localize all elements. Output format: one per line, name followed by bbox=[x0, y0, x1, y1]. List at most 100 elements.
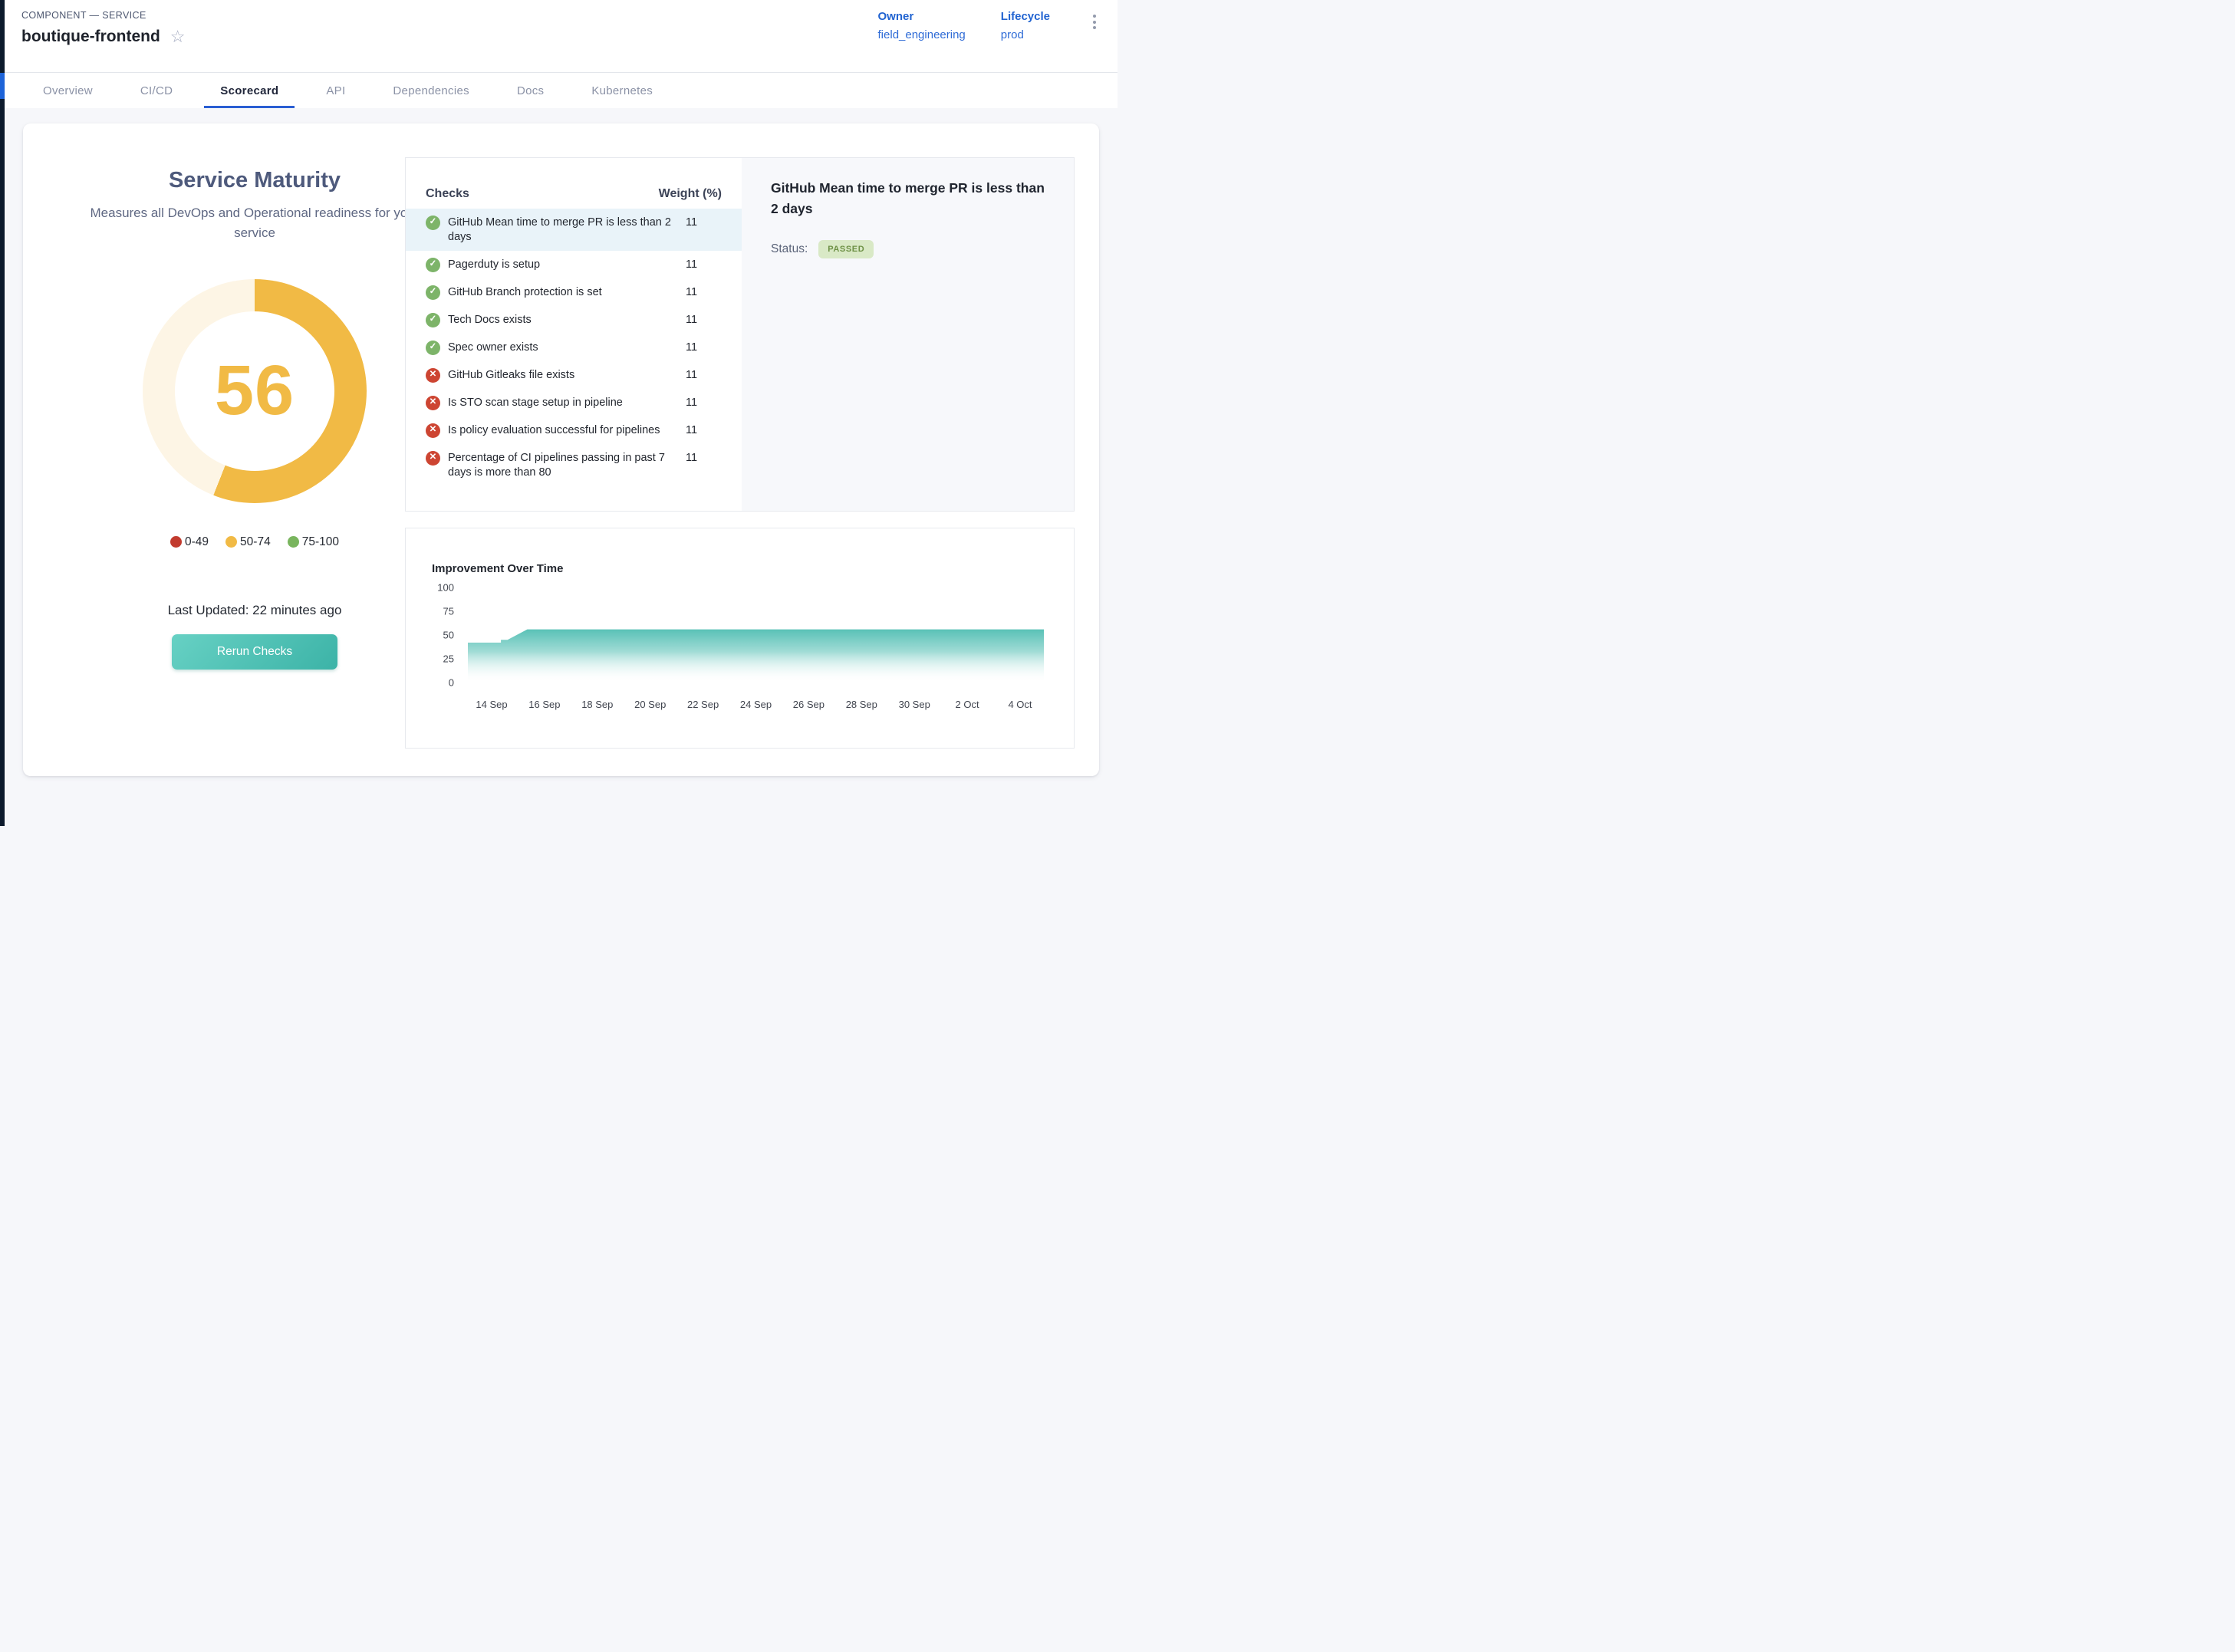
legend-item: 0-49 bbox=[170, 535, 209, 549]
check-row[interactable]: ✓ GitHub Mean time to merge PR is less th… bbox=[406, 209, 742, 251]
check-name: Spec owner exists bbox=[448, 341, 678, 355]
owner-link[interactable]: field_engineering bbox=[878, 28, 966, 41]
chart-title: Improvement Over Time bbox=[432, 562, 1059, 575]
more-options-kebab-icon[interactable] bbox=[1090, 10, 1099, 29]
donut-center: 56 bbox=[175, 311, 334, 471]
svg-text:16 Sep: 16 Sep bbox=[528, 699, 560, 710]
scorecard-title: Service Maturity bbox=[86, 168, 423, 193]
last-updated-text: Last Updated: 22 minutes ago bbox=[86, 603, 423, 618]
check-failed-icon: ✕ bbox=[426, 451, 440, 466]
svg-text:75: 75 bbox=[443, 606, 454, 617]
breadcrumb: COMPONENT — SERVICE bbox=[21, 10, 186, 21]
svg-text:22 Sep: 22 Sep bbox=[687, 699, 719, 710]
scorecard-card: Service Maturity Measures all DevOps and… bbox=[23, 123, 1099, 776]
svg-text:26 Sep: 26 Sep bbox=[793, 699, 825, 710]
check-name: GitHub Branch protection is set bbox=[448, 285, 678, 300]
check-weight: 11 bbox=[686, 368, 697, 383]
weight-column-header: Weight (%) bbox=[659, 187, 722, 201]
lifecycle-value: prod bbox=[1001, 28, 1050, 41]
check-row[interactable]: ✓ Tech Docs exists 11 bbox=[406, 306, 742, 334]
check-row[interactable]: ✕GitHub Gitleaks file exists11 bbox=[406, 361, 742, 389]
main-area: COMPONENT — SERVICE boutique-frontend ☆ … bbox=[5, 0, 1118, 776]
maturity-score: 56 bbox=[215, 350, 295, 431]
tab-overview[interactable]: Overview bbox=[27, 73, 109, 108]
tab-dependencies[interactable]: Dependencies bbox=[377, 73, 486, 108]
svg-text:14 Sep: 14 Sep bbox=[476, 699, 507, 710]
checks-table-header: Checks Weight (%) bbox=[406, 158, 742, 209]
tab-docs[interactable]: Docs bbox=[501, 73, 560, 108]
check-weight: 11 bbox=[686, 423, 697, 438]
check-row[interactable]: ✓Pagerduty is setup11 bbox=[406, 251, 742, 278]
check-weight: 11 bbox=[686, 216, 697, 230]
tab-api[interactable]: API bbox=[310, 73, 361, 108]
check-name: Pagerduty is setup bbox=[448, 258, 678, 272]
status-label: Status: bbox=[771, 242, 808, 256]
check-row[interactable]: ✕ Percentage of CI pipelines passing in p… bbox=[406, 444, 742, 486]
svg-text:100: 100 bbox=[437, 582, 454, 594]
svg-text:30 Sep: 30 Sep bbox=[899, 699, 930, 710]
svg-text:4 Oct: 4 Oct bbox=[1008, 699, 1032, 710]
checks-table-body: ✓ GitHub Mean time to merge PR is less th… bbox=[406, 209, 742, 486]
tab-label: Docs bbox=[517, 84, 544, 97]
page-title: boutique-frontend bbox=[21, 28, 160, 46]
check-weight: 11 bbox=[686, 396, 697, 410]
improvement-chart-section: Improvement Over Time 100755025014 Sep16… bbox=[405, 528, 1075, 749]
improvement-chart: 100755025014 Sep16 Sep18 Sep20 Sep22 Sep… bbox=[420, 581, 1059, 723]
legend-item: 50-74 bbox=[225, 535, 271, 549]
entity-title-block: COMPONENT — SERVICE boutique-frontend ☆ bbox=[21, 10, 186, 72]
tab-label: CI/CD bbox=[140, 84, 173, 97]
maturity-donut: 56 bbox=[143, 279, 367, 503]
check-weight: 11 bbox=[686, 341, 697, 355]
check-row[interactable]: ✕ Is policy evaluation successful for pip… bbox=[406, 416, 742, 444]
app-window: COMPONENT — SERVICE boutique-frontend ☆ … bbox=[0, 0, 1118, 826]
scorecard-subtitle: Measures all DevOps and Operational read… bbox=[86, 203, 423, 244]
check-detail-panel: GitHub Mean time to merge PR is less tha… bbox=[742, 158, 1074, 511]
check-weight: 11 bbox=[686, 313, 697, 327]
check-passed-icon: ✓ bbox=[426, 216, 440, 230]
svg-text:28 Sep: 28 Sep bbox=[846, 699, 877, 710]
check-weight: 11 bbox=[686, 258, 697, 272]
check-name: GitHub Mean time to merge PR is less tha… bbox=[448, 216, 678, 245]
active-nav-indicator bbox=[0, 73, 5, 99]
check-row[interactable]: ✓ GitHub Branch protection is set 11 bbox=[406, 278, 742, 306]
content-area: Service Maturity Measures all DevOps and… bbox=[5, 108, 1118, 776]
svg-text:24 Sep: 24 Sep bbox=[740, 699, 772, 710]
check-passed-icon: ✓ bbox=[426, 285, 440, 300]
tab-label: Scorecard bbox=[220, 84, 278, 97]
check-name: Tech Docs exists bbox=[448, 313, 678, 327]
left-nav-rail[interactable] bbox=[0, 0, 5, 826]
legend-dot-icon bbox=[288, 536, 299, 548]
svg-text:25: 25 bbox=[443, 653, 454, 665]
check-weight: 11 bbox=[686, 451, 697, 466]
check-name: Is policy evaluation successful for pipe… bbox=[448, 423, 678, 438]
check-name: Is STO scan stage setup in pipeline bbox=[448, 396, 678, 410]
tab-kubernetes[interactable]: Kubernetes bbox=[575, 73, 669, 108]
tab-label: API bbox=[326, 84, 345, 97]
tabs: Overview CI/CD Scorecard API Dependencies Doc… bbox=[5, 73, 1118, 108]
check-failed-icon: ✕ bbox=[426, 396, 440, 410]
tab-ci-cd[interactable]: CI/CD bbox=[124, 73, 189, 108]
tab-scorecard[interactable]: Scorecard bbox=[204, 73, 295, 108]
checks-column-header: Checks bbox=[426, 187, 469, 201]
check-weight: 11 bbox=[686, 285, 697, 300]
tab-label: Overview bbox=[43, 84, 93, 97]
rerun-checks-button[interactable]: Rerun Checks bbox=[172, 634, 337, 670]
score-legend: 0-4950-7475-100 bbox=[86, 535, 423, 549]
legend-dot-icon bbox=[170, 536, 182, 548]
owner-label: Owner bbox=[878, 10, 966, 23]
check-passed-icon: ✓ bbox=[426, 313, 440, 327]
lifecycle-block: Lifecycle prod bbox=[1001, 10, 1050, 41]
svg-text:18 Sep: 18 Sep bbox=[581, 699, 613, 710]
check-row[interactable]: ✕ Is STO scan stage setup in pipeline 11 bbox=[406, 389, 742, 416]
svg-text:0: 0 bbox=[449, 677, 454, 689]
entity-meta: Owner field_engineering Lifecycle prod bbox=[878, 10, 1099, 72]
tab-label: Kubernetes bbox=[591, 84, 653, 97]
tab-label: Dependencies bbox=[393, 84, 469, 97]
check-failed-icon: ✕ bbox=[426, 423, 440, 438]
favorite-star-icon[interactable]: ☆ bbox=[170, 28, 186, 45]
check-passed-icon: ✓ bbox=[426, 341, 440, 355]
check-row[interactable]: ✓ Spec owner exists 11 bbox=[406, 334, 742, 361]
check-name: Percentage of CI pipelines passing in pa… bbox=[448, 451, 678, 480]
improvement-chart-svg: 100755025014 Sep16 Sep18 Sep20 Sep22 Sep… bbox=[420, 581, 1060, 723]
checks-table: Checks Weight (%) ✓ GitHub Mean time to m… bbox=[406, 158, 742, 511]
